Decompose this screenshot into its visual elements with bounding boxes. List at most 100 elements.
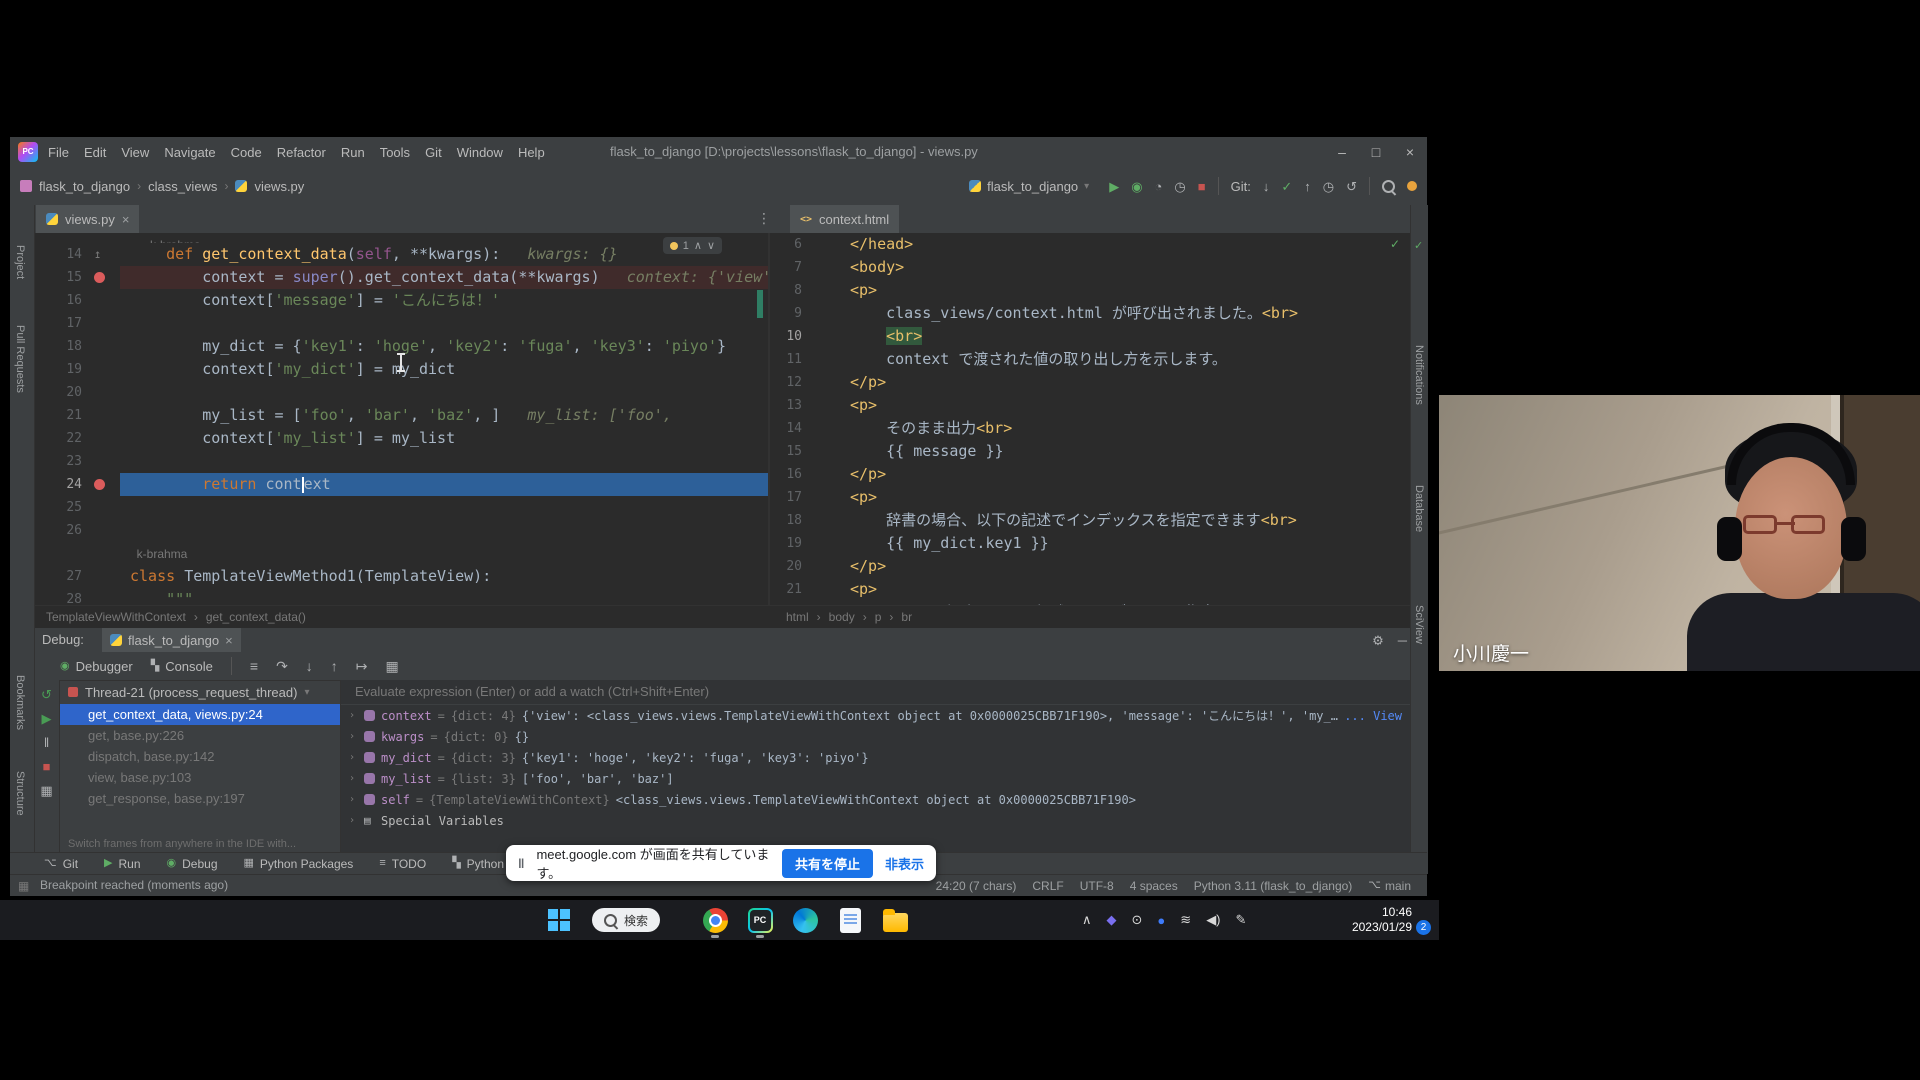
tray-dropbox-icon[interactable]: ◆	[1107, 912, 1117, 928]
rerun-icon[interactable]: ↺	[41, 688, 52, 701]
code-line[interactable]: 16 context['message'] = 'こんにちは！'	[34, 289, 768, 312]
code-line[interactable]: 12</p>	[770, 371, 1410, 394]
folder-icon[interactable]	[880, 905, 910, 935]
code-line[interactable]: 27class TemplateViewMethod1(TemplateView…	[34, 565, 768, 588]
prev-issue-icon[interactable]: ∧	[694, 239, 702, 252]
line-number[interactable]: 6	[770, 233, 802, 256]
expand-icon[interactable]: ›	[349, 773, 358, 784]
line-number[interactable]: 23	[34, 450, 82, 473]
code-line[interactable]: 20	[34, 381, 768, 404]
evaluate-expression-input[interactable]: Evaluate expression (Enter) or add a wat…	[341, 680, 1410, 705]
git-commit-icon[interactable]: ✓	[1281, 180, 1292, 193]
line-number[interactable]: 21	[770, 578, 802, 601]
code-line[interactable]: k-brahma	[34, 542, 768, 565]
run-toolwindow[interactable]: ▶Run	[104, 857, 140, 871]
git-rollback-icon[interactable]: ↺	[1346, 180, 1357, 193]
git-history-icon[interactable]: ◷	[1323, 180, 1334, 193]
breadcrumb-item[interactable]: class_views	[148, 179, 217, 194]
expand-icon[interactable]: ›	[349, 815, 358, 826]
code-line[interactable]: 9 class_views/context.html が呼び出されました。<br…	[770, 302, 1410, 325]
coverage-button[interactable]: ◔	[1155, 180, 1163, 193]
git-update-icon[interactable]: ↓	[1263, 180, 1270, 193]
line-number[interactable]: 14	[34, 243, 82, 266]
status-python[interactable]: Python 3.11 (flask_to_django)	[1194, 879, 1353, 893]
python-breadcrumb[interactable]: TemplateViewWithContext›get_context_data…	[46, 606, 306, 628]
line-number[interactable]: 20	[34, 381, 82, 404]
step-into-icon[interactable]: ↓	[306, 659, 313, 673]
minimize-button[interactable]: –	[1325, 137, 1359, 167]
run-to-cursor-icon[interactable]: ↦	[356, 659, 368, 673]
frame-row[interactable]: view, base.py:103	[60, 767, 340, 788]
run-configuration-select[interactable]: flask_to_django ▾	[961, 176, 1097, 197]
expand-icon[interactable]: ›	[349, 731, 358, 742]
code-line[interactable]: 6</head>	[770, 233, 1410, 256]
line-number[interactable]: 19	[34, 358, 82, 381]
line-number[interactable]: 19	[770, 532, 802, 555]
code-line[interactable]: 14↥ def get_context_data(self, **kwargs)…	[34, 243, 768, 266]
line-number[interactable]: 26	[34, 519, 82, 542]
start-button[interactable]	[548, 909, 570, 931]
breadcrumb-item[interactable]: p	[875, 610, 882, 624]
chrome-icon[interactable]	[700, 905, 730, 935]
toolwindow-button-pull-requests[interactable]: Pull Requests	[14, 325, 26, 393]
line-number[interactable]: 8	[770, 279, 802, 302]
menu-edit[interactable]: Edit	[84, 145, 106, 160]
line-number[interactable]: 17	[34, 312, 82, 335]
stop-sharing-button[interactable]: 共有を停止	[782, 849, 873, 878]
tray-expand-icon[interactable]: ∧	[1082, 912, 1092, 928]
tray-volume-icon[interactable]: ◀)	[1206, 912, 1220, 928]
html-breadcrumb[interactable]: html›body›p›br	[786, 606, 912, 628]
code-line[interactable]: 17	[34, 312, 768, 335]
menu-refactor[interactable]: Refactor	[277, 145, 326, 160]
code-line[interactable]: 15 {{ message }}	[770, 440, 1410, 463]
frame-row[interactable]: get, base.py:226	[60, 725, 340, 746]
code-line[interactable]: 15 context = super().get_context_data(**…	[34, 266, 768, 289]
line-number[interactable]: 15	[34, 266, 82, 289]
expand-icon[interactable]: ›	[349, 752, 358, 763]
tab-debugger[interactable]: ◉Debugger	[60, 659, 133, 674]
line-number[interactable]: 18	[770, 509, 802, 532]
stop-icon[interactable]: ■	[43, 760, 51, 773]
taskbar-search[interactable]: 検索	[592, 908, 660, 932]
pycharm-icon[interactable]: PC	[745, 905, 775, 935]
line-number[interactable]: 24	[34, 473, 82, 496]
code-line[interactable]: 21 my_list = ['foo', 'bar', 'baz', ] my_…	[34, 404, 768, 427]
view-link[interactable]: ... View	[1344, 709, 1402, 723]
debug-settings-icon[interactable]: ⚙	[1372, 634, 1384, 647]
tab-views-py[interactable]: views.py ×	[36, 205, 139, 233]
variable-row[interactable]: ›context = {dict: 4} {'view': <class_vie…	[341, 705, 1410, 726]
edge-icon[interactable]	[790, 905, 820, 935]
git-toolwindow[interactable]: ⌥Git	[44, 857, 78, 871]
update-indicator-icon[interactable]	[1407, 181, 1417, 191]
status-utf-8[interactable]: UTF-8	[1080, 879, 1114, 893]
breadcrumb-item[interactable]: body	[829, 610, 855, 624]
inspections-widget[interactable]: 1 ∧ ∨	[663, 237, 722, 254]
toolwindow-button-sciview[interactable]: SciView	[1413, 605, 1425, 644]
code-line[interactable]: 24 return context	[34, 473, 768, 496]
expand-icon[interactable]: ›	[349, 794, 358, 805]
code-line[interactable]: 8<p>	[770, 279, 1410, 302]
breadcrumb-item[interactable]: get_context_data()	[206, 610, 306, 624]
editor-context-html[interactable]: ✓ 6</head>7<body>8<p>9 class_views/conte…	[770, 233, 1410, 605]
menu-navigate[interactable]: Navigate	[164, 145, 215, 160]
line-number[interactable]: 17	[770, 486, 802, 509]
code-line[interactable]: 7<body>	[770, 256, 1410, 279]
variable-row[interactable]: ›▤Special Variables	[341, 810, 1410, 831]
menu-window[interactable]: Window	[457, 145, 503, 160]
variable-row[interactable]: ›self = {TemplateViewWithContext} <class…	[341, 789, 1410, 810]
menu-help[interactable]: Help	[518, 145, 545, 160]
code-line[interactable]: 14 そのまま出力<br>	[770, 417, 1410, 440]
todo-toolwindow[interactable]: ≡TODO	[379, 857, 426, 871]
code-line[interactable]: k-brahma	[34, 233, 768, 243]
status-main[interactable]: ⌥main	[1368, 879, 1411, 893]
status-crlf[interactable]: CRLF	[1032, 879, 1063, 893]
code-line[interactable]: 25	[34, 496, 768, 519]
toolwindow-button-project[interactable]: Project	[14, 245, 26, 279]
next-issue-icon[interactable]: ∨	[707, 239, 715, 252]
debug-hide-icon[interactable]: ─	[1398, 634, 1407, 647]
line-number[interactable]: 9	[770, 302, 802, 325]
tray-pen-icon[interactable]: ✎	[1236, 912, 1247, 928]
tab-console[interactable]: ▚Console	[151, 659, 213, 674]
step-over-icon[interactable]: ↷	[276, 659, 288, 673]
line-number[interactable]: 10	[770, 325, 802, 348]
